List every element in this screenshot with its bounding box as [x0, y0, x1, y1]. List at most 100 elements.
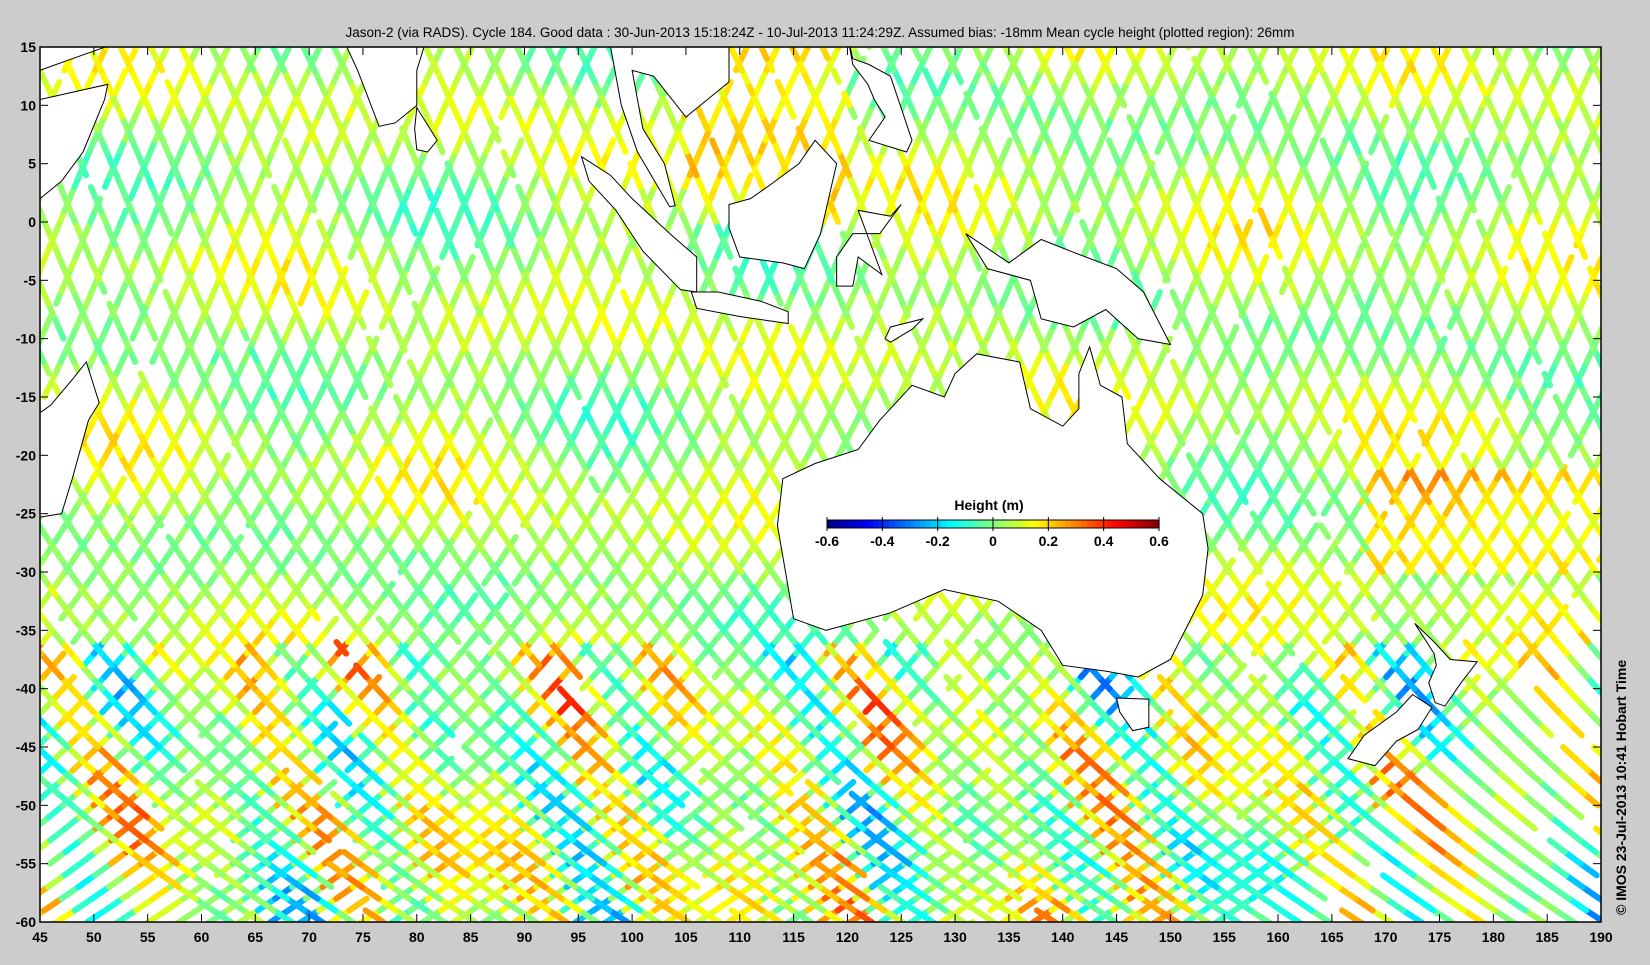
track-segment: [0, 140, 3, 152]
track-segment: [1620, 129, 1625, 141]
track-segment: [12, 759, 25, 771]
track-segment: [0, 210, 4, 222]
track-segment: [2, 409, 8, 421]
track-segment: [0, 910, 14, 922]
track-segment: [0, 525, 4, 537]
track-segment: [9, 187, 14, 199]
track-segment: [0, 735, 7, 747]
track-segment: [54, 35, 60, 47]
track-segment: [536, 922, 554, 934]
track-segment: [18, 490, 25, 502]
track-segment: [18, 164, 23, 176]
track-segment: [749, 922, 767, 934]
track-segment: [8, 350, 13, 362]
track-segment: [28, 140, 33, 152]
track-segment: [176, 35, 182, 47]
track-segment: [1628, 257, 1633, 269]
track-segment: [9, 70, 14, 82]
track-segment: [1077, 922, 1095, 934]
track-segment: [25, 479, 32, 491]
track-segment: [0, 70, 4, 82]
track-segment: [1614, 525, 1621, 537]
track-segment: [710, 922, 728, 934]
track-segment: [1637, 374, 1643, 386]
track-segment: [8, 455, 14, 467]
track-segment: [1619, 467, 1626, 479]
track-segment: [1613, 292, 1618, 304]
track-segment: [29, 70, 34, 82]
track-segment: [0, 117, 5, 129]
track-segment: [69, 922, 87, 934]
track-segment: [0, 712, 11, 724]
track-segment: [17, 584, 25, 596]
track-segment: [15, 315, 20, 327]
track-segment: [12, 549, 20, 561]
track-segment: [13, 724, 25, 736]
track-segment: [597, 922, 615, 934]
track-segment: [115, 35, 121, 47]
track-segment: [3, 269, 8, 281]
track-segment: [1623, 269, 1628, 281]
track-segment: [76, 35, 82, 47]
track-segment: [1623, 339, 1628, 351]
track-segment: [19, 374, 25, 386]
track-segment: [4, 199, 9, 211]
track-segment: [1644, 420, 1650, 432]
track-segment: [1632, 35, 1638, 47]
track-segment: [1642, 222, 1647, 234]
track-segment: [11, 420, 17, 432]
track-segment: [1621, 59, 1627, 71]
track-segment: [1612, 362, 1617, 374]
track-segment: [9, 210, 14, 222]
track-segment: [17, 875, 33, 887]
track-segment: [10, 140, 15, 152]
track-segment: [20, 665, 30, 677]
track-segment: [5, 409, 11, 421]
track-segment: [1641, 82, 1646, 94]
track-segment: [198, 35, 204, 47]
track-segment: [1605, 164, 1610, 176]
track-segment: [25, 362, 30, 374]
track-segment: [0, 187, 4, 199]
track-segment: [1, 514, 8, 526]
track-segment: [261, 922, 279, 934]
track-segment: [9, 525, 16, 537]
track-segment: [0, 607, 9, 619]
track-segment: [1608, 304, 1613, 316]
track-segment: [444, 922, 462, 934]
track-segment: [5, 129, 10, 141]
track-segment: [0, 770, 12, 782]
figure: Jason-2 (via RADS). Cycle 184. Good data…: [0, 0, 1650, 960]
track-segment: [436, 922, 454, 934]
track-segment: [0, 595, 4, 607]
track-segment: [21, 432, 27, 444]
track-segment: [84, 35, 90, 47]
track-segment: [0, 572, 4, 584]
track-segment: [24, 245, 29, 257]
track-segment: [27, 525, 34, 537]
track-segment: [1633, 315, 1638, 327]
track-segment: [11, 479, 18, 491]
track-segment: [1631, 385, 1637, 397]
track-segment: [1327, 35, 1333, 47]
track-segment: [30, 350, 35, 362]
track-segment: [13, 362, 18, 374]
track-segment: [1636, 164, 1641, 176]
track-segment: [15, 152, 20, 164]
track-segment: [0, 747, 6, 759]
track-segment: [15, 245, 20, 257]
track-segment: [1296, 35, 1302, 47]
track-segment: [1638, 432, 1644, 444]
track-segment: [0, 875, 3, 887]
track-segment: [658, 922, 676, 934]
track-segment: [4, 560, 12, 572]
track-segment: [34, 59, 40, 71]
track-segment: [322, 922, 340, 934]
track-segment: [1621, 199, 1626, 211]
track-segment: [1617, 210, 1622, 222]
track-segment: [0, 280, 5, 292]
track-segment: [1, 642, 11, 654]
track-segment: [1606, 374, 1612, 386]
track-segment: [1606, 490, 1613, 502]
track-segment: [1638, 304, 1643, 316]
